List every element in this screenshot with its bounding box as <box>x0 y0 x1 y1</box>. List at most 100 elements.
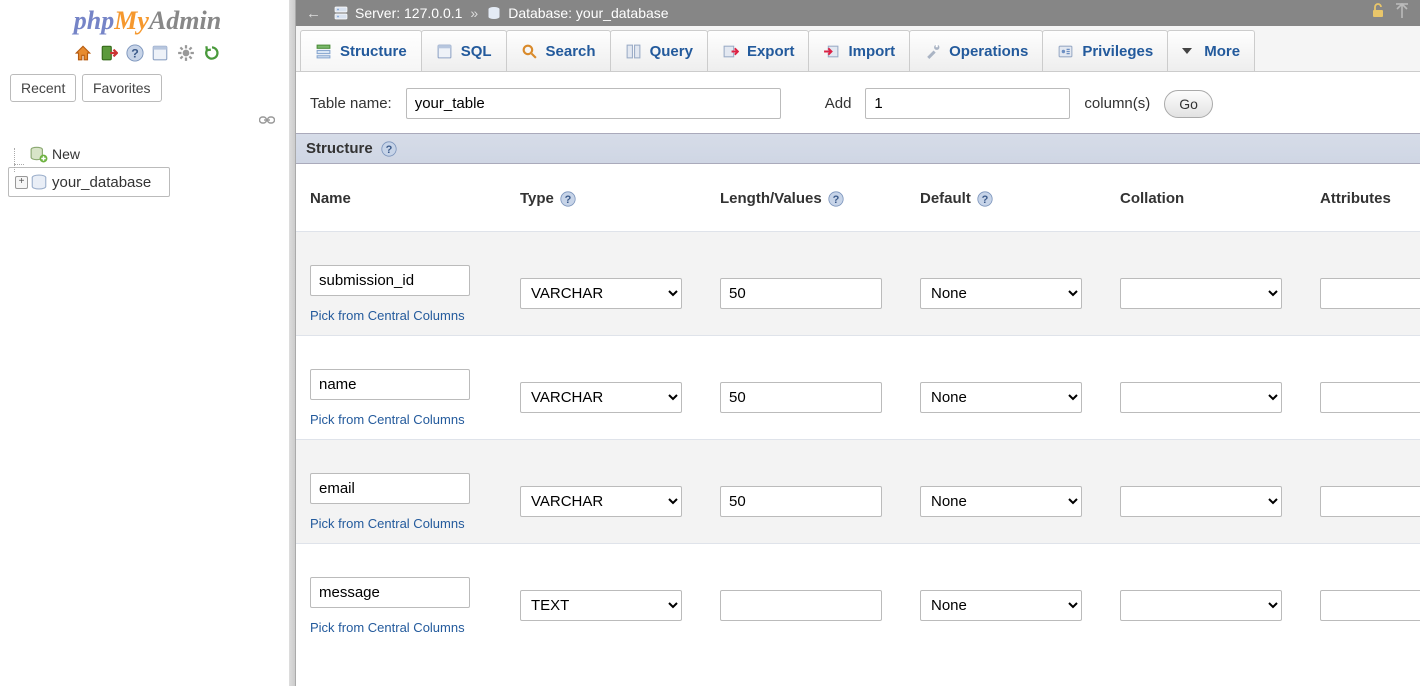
table-name-input[interactable] <box>406 88 781 119</box>
tab-import[interactable]: Import <box>808 30 910 71</box>
docs-icon[interactable] <box>126 44 144 62</box>
pick-central-columns-link[interactable]: Pick from Central Columns <box>310 308 465 323</box>
column-name-input[interactable] <box>310 265 470 296</box>
column-row: Pick from Central Columns VARCHAR None <box>296 335 1420 439</box>
pick-central-columns-link[interactable]: Pick from Central Columns <box>310 412 465 427</box>
back-arrow-icon[interactable]: ← <box>306 5 321 22</box>
tree-new-label: New <box>52 146 80 162</box>
expand-icon[interactable]: + <box>15 176 28 189</box>
column-attributes-select[interactable] <box>1320 590 1420 621</box>
tab-structure[interactable]: Structure <box>300 30 422 71</box>
column-row: Pick from Central Columns TEXT None <box>296 543 1420 647</box>
database-icon <box>30 173 48 191</box>
logout-icon[interactable] <box>100 44 118 62</box>
column-collation-select[interactable] <box>1120 382 1282 413</box>
column-collation-select[interactable] <box>1120 278 1282 309</box>
structure-icon <box>315 43 332 60</box>
column-type-select[interactable]: VARCHAR <box>520 486 682 517</box>
tab-search[interactable]: Search <box>506 30 611 71</box>
column-type-select[interactable]: TEXT <box>520 590 682 621</box>
recent-tab[interactable]: Recent <box>10 74 76 102</box>
tab-bar: Structure SQL Search Query Export Import… <box>296 26 1420 72</box>
header-default: Default <box>920 190 1120 207</box>
table-name-label: Table name: <box>310 95 392 112</box>
header-attributes: Attributes <box>1320 190 1420 207</box>
search-icon <box>521 43 538 60</box>
tab-import-label: Import <box>848 43 895 60</box>
tab-more[interactable]: More <box>1167 30 1255 71</box>
help-icon[interactable] <box>828 191 844 207</box>
column-attributes-select[interactable] <box>1320 382 1420 413</box>
tab-privileges[interactable]: Privileges <box>1042 30 1168 71</box>
pick-central-columns-link[interactable]: Pick from Central Columns <box>310 620 465 635</box>
header-collation: Collation <box>1120 190 1320 207</box>
column-default-select[interactable]: None <box>920 590 1082 621</box>
add-label: Add <box>825 95 852 112</box>
tab-export[interactable]: Export <box>707 30 810 71</box>
tab-sql[interactable]: SQL <box>421 30 507 71</box>
settings-icon[interactable] <box>177 44 195 62</box>
column-type-select[interactable]: VARCHAR <box>520 278 682 309</box>
logo-part-php: php <box>74 6 114 35</box>
tab-more-label: More <box>1204 43 1240 60</box>
tab-search-label: Search <box>546 43 596 60</box>
tab-query[interactable]: Query <box>610 30 708 71</box>
database-icon-small <box>486 5 502 21</box>
breadcrumb-db-label: Database: <box>508 5 572 21</box>
help-icon[interactable] <box>560 191 576 207</box>
structure-heading: Structure <box>306 140 373 157</box>
header-type: Type <box>520 190 720 207</box>
column-name-input[interactable] <box>310 369 470 400</box>
column-default-select[interactable]: None <box>920 382 1082 413</box>
column-collation-select[interactable] <box>1120 590 1282 621</box>
go-button[interactable]: Go <box>1164 90 1213 118</box>
columns-label: column(s) <box>1084 95 1150 112</box>
tab-structure-label: Structure <box>340 43 407 60</box>
tree-db-label: your_database <box>52 174 151 191</box>
column-length-input[interactable] <box>720 382 882 413</box>
column-attributes-select[interactable] <box>1320 486 1420 517</box>
page-up-icon[interactable] <box>1394 3 1410 24</box>
reload-icon[interactable] <box>203 44 221 62</box>
tab-operations[interactable]: Operations <box>909 30 1043 71</box>
favorites-tab[interactable]: Favorites <box>82 74 162 102</box>
column-default-select[interactable]: None <box>920 278 1082 309</box>
link-icon[interactable] <box>259 112 275 129</box>
sql-window-icon[interactable] <box>151 44 169 62</box>
column-name-input[interactable] <box>310 577 470 608</box>
column-row: Pick from Central Columns VARCHAR None <box>296 231 1420 335</box>
help-icon[interactable] <box>381 141 397 157</box>
column-default-select[interactable]: None <box>920 486 1082 517</box>
home-icon[interactable] <box>74 44 92 62</box>
breadcrumb-server-value[interactable]: 127.0.0.1 <box>404 5 462 21</box>
breadcrumb-db-value[interactable]: your_database <box>576 5 669 21</box>
tree-db[interactable]: + your_database <box>8 167 170 197</box>
tree-new[interactable]: New <box>8 141 287 167</box>
operations-icon <box>924 43 941 60</box>
column-length-input[interactable] <box>720 278 882 309</box>
logo-part-my: My <box>114 6 149 35</box>
tab-privileges-label: Privileges <box>1082 43 1153 60</box>
breadcrumb-server-label: Server: <box>355 5 400 21</box>
pick-central-columns-link[interactable]: Pick from Central Columns <box>310 516 465 531</box>
column-row: Pick from Central Columns VARCHAR None <box>296 439 1420 543</box>
add-columns-input[interactable] <box>865 88 1070 119</box>
column-name-input[interactable] <box>310 473 470 504</box>
unlock-icon[interactable] <box>1370 3 1386 24</box>
tab-operations-label: Operations <box>949 43 1028 60</box>
sidebar-resize-handle[interactable] <box>289 0 295 686</box>
column-type-select[interactable]: VARCHAR <box>520 382 682 413</box>
import-icon <box>823 43 840 60</box>
column-length-input[interactable] <box>720 590 882 621</box>
column-attributes-select[interactable] <box>1320 278 1420 309</box>
column-length-input[interactable] <box>720 486 882 517</box>
sql-icon <box>436 43 453 60</box>
server-icon <box>333 5 349 21</box>
logo[interactable]: phpMyAdmin <box>0 0 295 40</box>
column-collation-select[interactable] <box>1120 486 1282 517</box>
query-icon <box>625 43 642 60</box>
logo-part-admin: Admin <box>149 6 221 35</box>
help-icon[interactable] <box>977 191 993 207</box>
breadcrumb: ← Server: 127.0.0.1 » Database: your_dat… <box>296 0 1420 26</box>
privileges-icon <box>1057 43 1074 60</box>
